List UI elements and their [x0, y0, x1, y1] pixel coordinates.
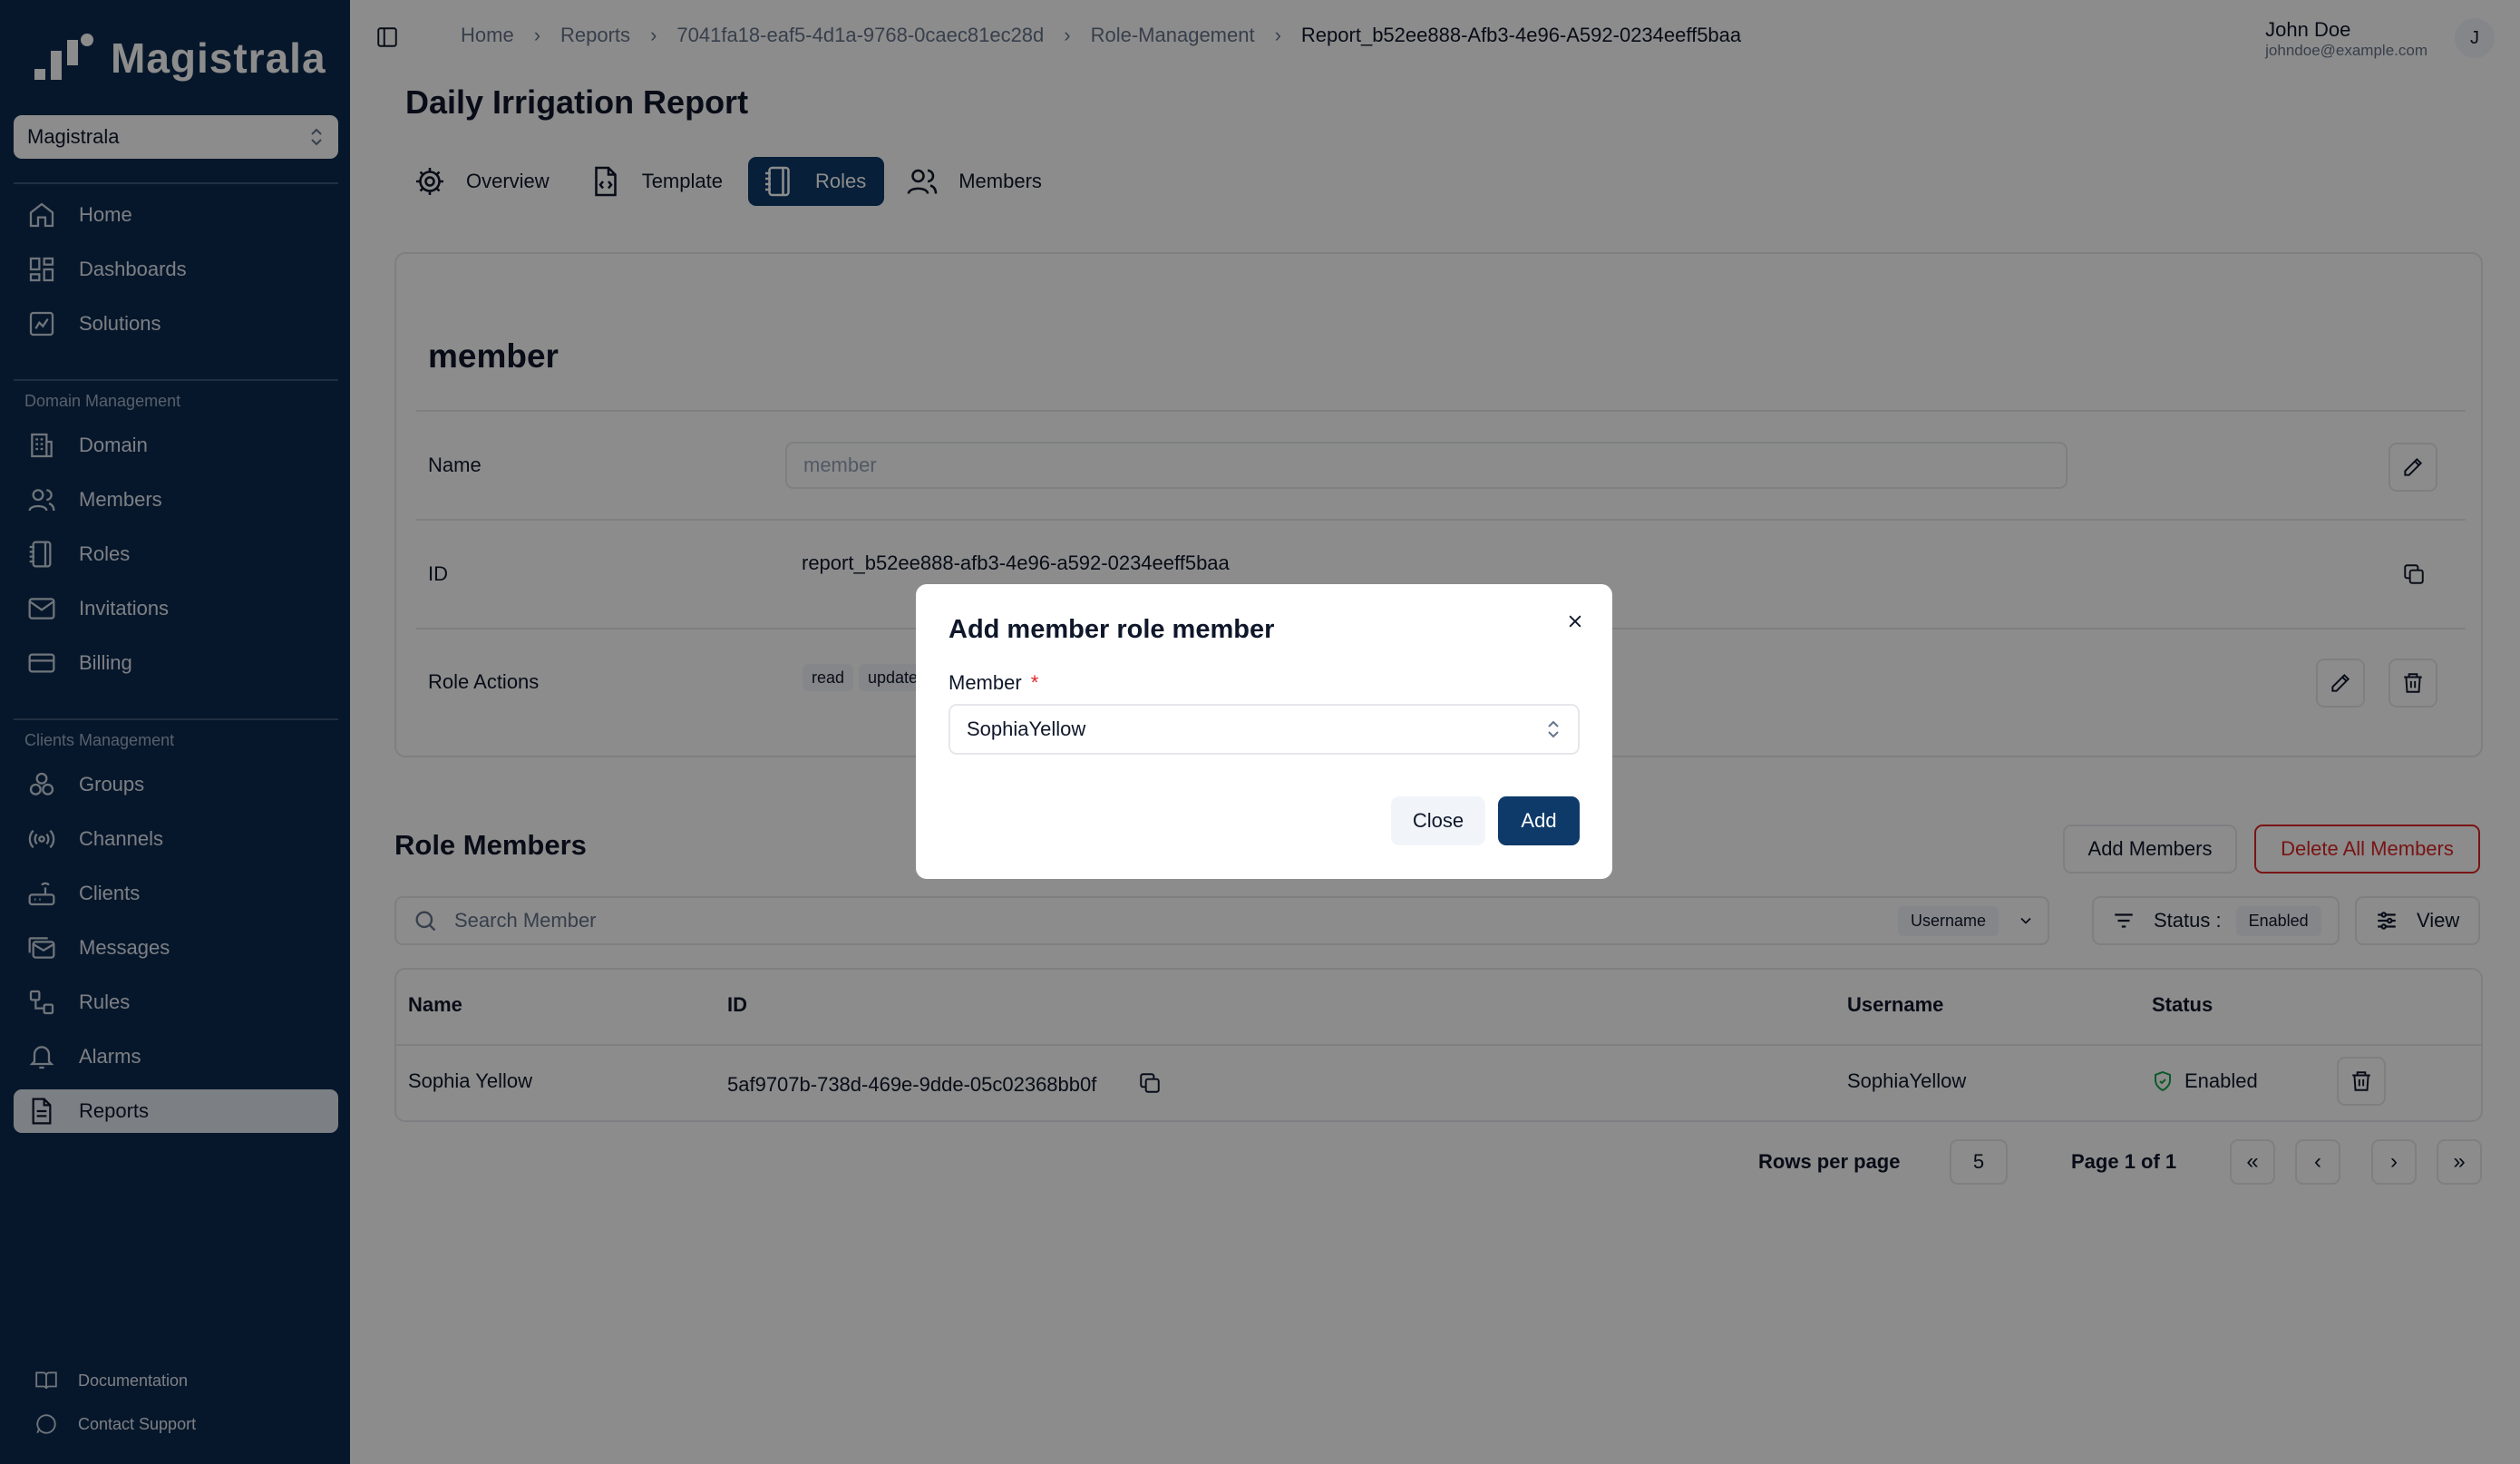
member-select-value: SophiaYellow	[967, 717, 1086, 740]
close-button[interactable]: Close	[1391, 796, 1485, 845]
chevrons-up-down-icon	[1548, 720, 1559, 738]
dialog-title: Add member role member	[949, 615, 1275, 644]
member-select[interactable]: SophiaYellow	[949, 704, 1580, 755]
close-icon[interactable]	[1562, 608, 1589, 635]
add-button[interactable]: Add	[1498, 796, 1580, 845]
member-label-text: Member	[949, 671, 1022, 694]
member-field-label: Member *	[949, 671, 1038, 695]
required-mark: *	[1030, 671, 1039, 694]
add-member-dialog: Add member role member Member * SophiaYel…	[916, 584, 1612, 879]
